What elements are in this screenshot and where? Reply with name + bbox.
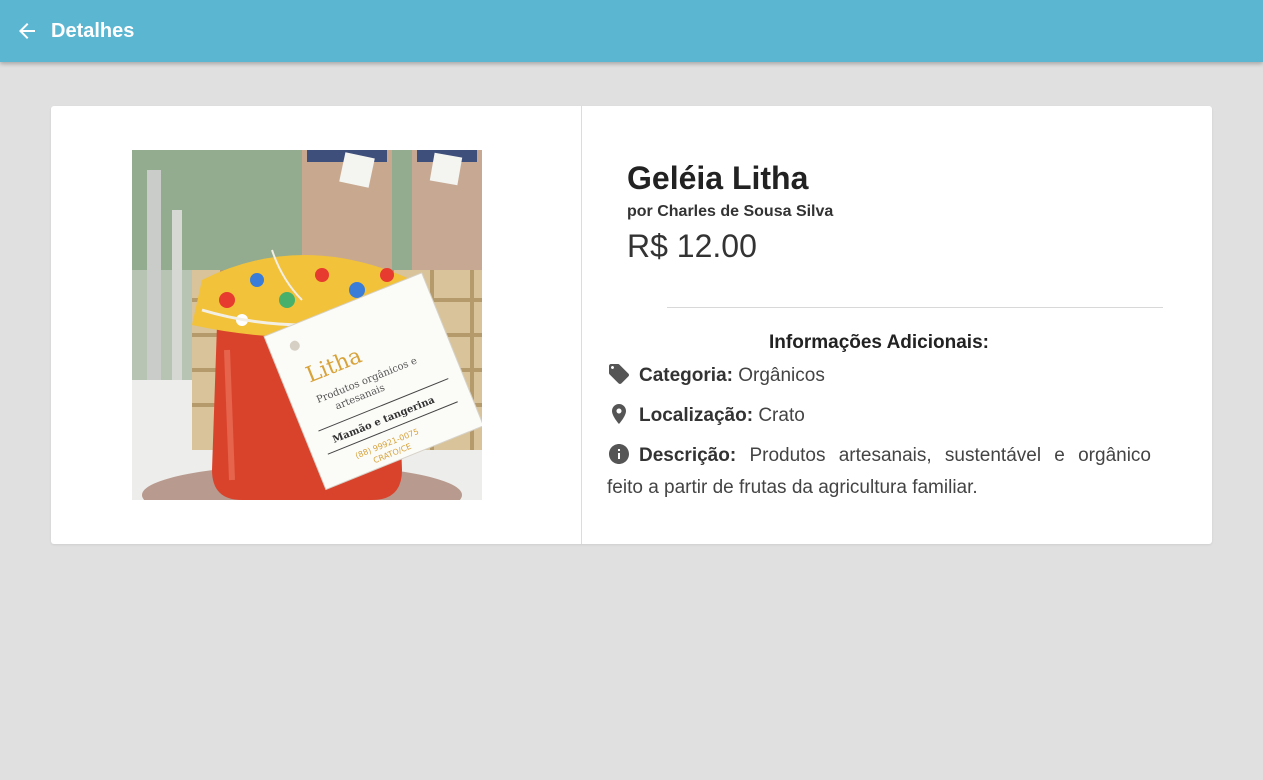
category-value: Orgânicos [738,365,825,386]
product-image: Litha Produtos orgânicos e artesanais Ma… [132,150,482,500]
app-bar: Detalhes [0,0,1263,62]
location-row: Localização: Crato [607,400,1151,432]
location-value: Crato [758,405,805,426]
back-button[interactable] [10,14,44,48]
category-row: Categoria: Orgânicos [607,360,1151,392]
location-pin-icon [612,404,626,424]
location-label: Localização: [639,405,754,426]
additional-info-heading: Informações Adicionais: [769,332,989,353]
description-row: Descrição: Produtos artesanais, sustentá… [607,440,1151,504]
description-label: Descrição: [639,445,737,466]
product-price: R$ 12.00 [627,228,757,264]
info-icon [609,444,629,464]
tag-icon [609,364,629,384]
horizontal-divider [667,307,1163,308]
arrow-back-icon [19,23,35,39]
product-author: por Charles de Sousa Silva [627,203,834,220]
page-title: Detalhes [51,19,135,42]
product-card: Litha Produtos orgânicos e artesanais Ma… [51,106,1212,544]
vertical-divider [581,106,582,544]
product-info: Geléia Litha por Charles de Sousa Silva … [607,106,1167,544]
category-label: Categoria: [639,365,733,386]
product-name: Geléia Litha [627,160,809,196]
